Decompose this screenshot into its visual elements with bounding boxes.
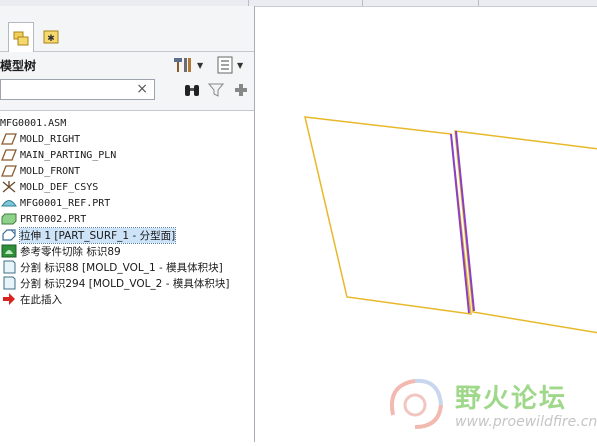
tree-item-mold-right[interactable]: MOLD_RIGHT [1, 131, 80, 147]
ref-cut-icon [1, 244, 17, 258]
tree-item-split-88[interactable]: 分割 标识88 [MOLD_VOL_1 - 模具体积块] [1, 259, 223, 275]
datum-plane-icon [1, 148, 17, 162]
tree-item-prt0002-prt[interactable]: PRT0002.PRT [1, 211, 86, 227]
tree-item-label: 参考零件切除 标识89 [20, 245, 121, 258]
watermark-text: 野火论坛 [455, 384, 568, 414]
ref-part-icon [1, 196, 17, 210]
chevron-down-icon: ▼ [197, 60, 204, 70]
tree-item-mold-def-csys[interactable]: MOLD_DEF_CSYS [1, 179, 98, 195]
tree-item-label: MOLD_DEF_CSYS [20, 181, 99, 193]
columns-icon [217, 56, 233, 74]
tab-layers[interactable]: ✱ [38, 22, 64, 50]
toolbar-separator [478, 0, 479, 6]
datum-plane-icon [1, 164, 17, 178]
parting-surface-left[interactable] [304, 116, 472, 315]
binoculars-icon[interactable] [183, 82, 201, 98]
split-icon [1, 260, 17, 274]
datum-plane-icon [1, 132, 17, 146]
tree-item-label: 分割 标识294 [MOLD_VOL_2 - 模具体积块] [20, 277, 230, 290]
settings-menu-button[interactable]: ▼ [172, 56, 203, 74]
panel-title: 模型树 [0, 59, 37, 73]
insert-here-icon [1, 292, 17, 306]
tree-item-ref-part-cut[interactable]: 参考零件切除 标识89 [1, 243, 121, 259]
tree-item-label: 拉伸 1 [PART_SURF_1 - 分型面] [18, 226, 177, 244]
search-input[interactable]: × [0, 79, 155, 100]
search-row: × [0, 79, 254, 104]
tree-item-label: 分割 标识88 [MOLD_VOL_1 - 模具体积块] [20, 261, 223, 274]
navigator-tabs: ✱ [0, 21, 254, 52]
workpiece-icon [1, 212, 17, 226]
tree-item-label: MFG0001_REF.PRT [20, 197, 111, 209]
tree-item-label: MAIN_PARTING_PLN [20, 149, 117, 161]
highlighted-edge[interactable] [455, 130, 475, 312]
tree-item-insert-here[interactable]: 在此插入 [1, 291, 62, 307]
chevron-down-icon: ▼ [237, 60, 244, 70]
tree-item-label: MOLD_RIGHT [20, 133, 81, 145]
model-tree-panel: ✱ 模型树 ▼ ▼ × MFG0001.ASM MOLD_RIGHT MAIN_… [0, 6, 255, 443]
panel-header: 模型树 ▼ ▼ [0, 52, 254, 78]
tree-item-main-parting-pln[interactable]: MAIN_PARTING_PLN [1, 147, 116, 163]
watermark-logo [390, 378, 443, 429]
tree-item-mfg0001-ref-prt[interactable]: MFG0001_REF.PRT [1, 195, 110, 211]
tree-item-label: MFG0001.ASM [0, 117, 67, 129]
split-icon [1, 276, 17, 290]
svg-text:✱: ✱ [47, 34, 55, 44]
highlighted-edge[interactable] [450, 133, 470, 314]
plus-icon[interactable] [234, 82, 248, 98]
close-icon[interactable]: × [136, 80, 148, 99]
tree-item-label: PRT0002.PRT [20, 213, 87, 225]
tree-item-label: 在此插入 [20, 293, 62, 306]
tools-icon [174, 58, 191, 72]
parting-surface-right[interactable] [454, 130, 597, 334]
folder-star-icon: ✱ [43, 30, 59, 44]
watermark-url: www.proewildfire.cn [455, 414, 597, 430]
tab-model-tree[interactable] [8, 22, 34, 52]
show-menu-button[interactable]: ▼ [216, 56, 243, 74]
tree-item-label: MOLD_FRONT [20, 165, 81, 177]
tree-item-mold-front[interactable]: MOLD_FRONT [1, 163, 80, 179]
toolbar-separator [362, 0, 363, 6]
csys-icon [1, 180, 17, 194]
extrude-icon [1, 228, 17, 242]
model-tree: MFG0001.ASM MOLD_RIGHT MAIN_PARTING_PLN … [0, 110, 254, 443]
filter-icon[interactable] [208, 82, 224, 98]
tree-item-mfg0001-asm[interactable]: MFG0001.ASM [0, 115, 66, 131]
tree-item-extrude-1[interactable]: 拉伸 1 [PART_SURF_1 - 分型面] [1, 226, 177, 244]
folder-tree-icon [13, 31, 29, 45]
tree-item-split-294[interactable]: 分割 标识294 [MOLD_VOL_2 - 模具体积块] [1, 275, 229, 291]
